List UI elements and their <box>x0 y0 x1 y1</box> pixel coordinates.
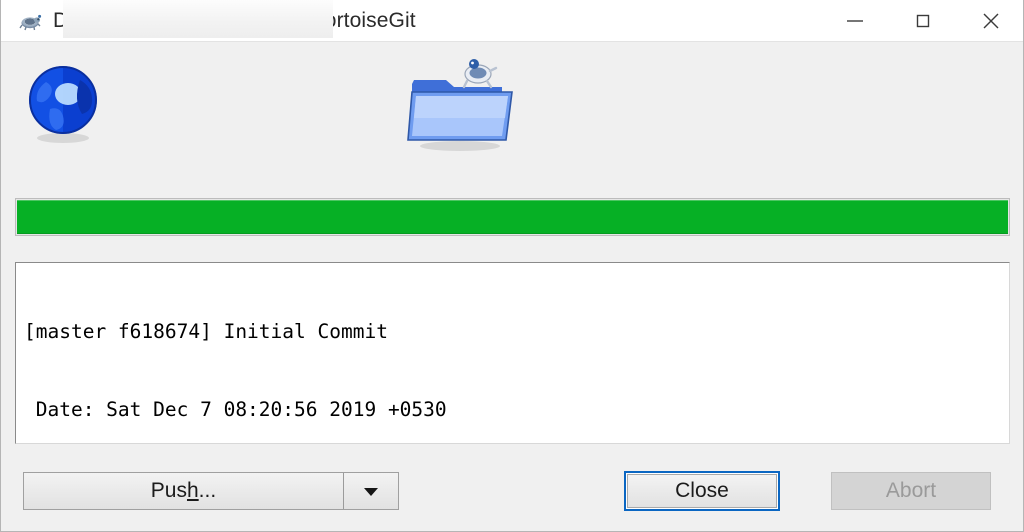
log-output-box[interactable]: [master f618674] Initial Commit Date: Sa… <box>14 261 1011 445</box>
maximize-button[interactable] <box>889 0 957 41</box>
log-line: [master f618674] Initial Commit <box>24 320 388 343</box>
title-redaction-overlay <box>63 0 333 38</box>
close-window-button[interactable] <box>957 0 1023 41</box>
dialog-button-bar: Pus h... Close Abort <box>1 462 1023 531</box>
tortoise-icon <box>18 8 44 34</box>
push-button-label-accel: h <box>186 479 199 502</box>
icon-strip <box>2 42 1023 182</box>
push-dropdown-button[interactable] <box>343 473 398 509</box>
close-button-label: Close <box>627 474 777 508</box>
maximize-icon <box>916 14 930 27</box>
progress-bar-fill <box>17 200 1008 234</box>
abort-button: Abort <box>831 472 991 510</box>
window-controls <box>821 0 1023 41</box>
push-button-label-before: Pus <box>150 479 187 502</box>
close-button[interactable]: Close <box>624 471 780 511</box>
title-bar: D Git Command Progress - TortoiseGit <box>1 0 1023 42</box>
chevron-down-icon <box>364 488 378 496</box>
globe-icon <box>24 60 102 146</box>
progress-bar <box>15 198 1010 236</box>
tortoise-folder-icon <box>402 50 522 155</box>
log-line: Date: Sat Dec 7 08:20:56 2019 +0530 <box>24 398 447 421</box>
log-output-text: [master f618674] Initial Commit Date: Sa… <box>16 263 1009 443</box>
minimize-button[interactable] <box>821 0 889 41</box>
push-button-label-after: ... <box>198 479 217 502</box>
close-icon <box>983 13 999 28</box>
push-button[interactable]: Pus h... <box>24 473 343 509</box>
abort-button-label: Abort <box>885 479 937 502</box>
push-split-button[interactable]: Pus h... <box>23 472 399 510</box>
minimize-icon <box>847 19 863 22</box>
tortoisegit-progress-dialog: D Git Command Progress - TortoiseGit <box>0 0 1024 532</box>
